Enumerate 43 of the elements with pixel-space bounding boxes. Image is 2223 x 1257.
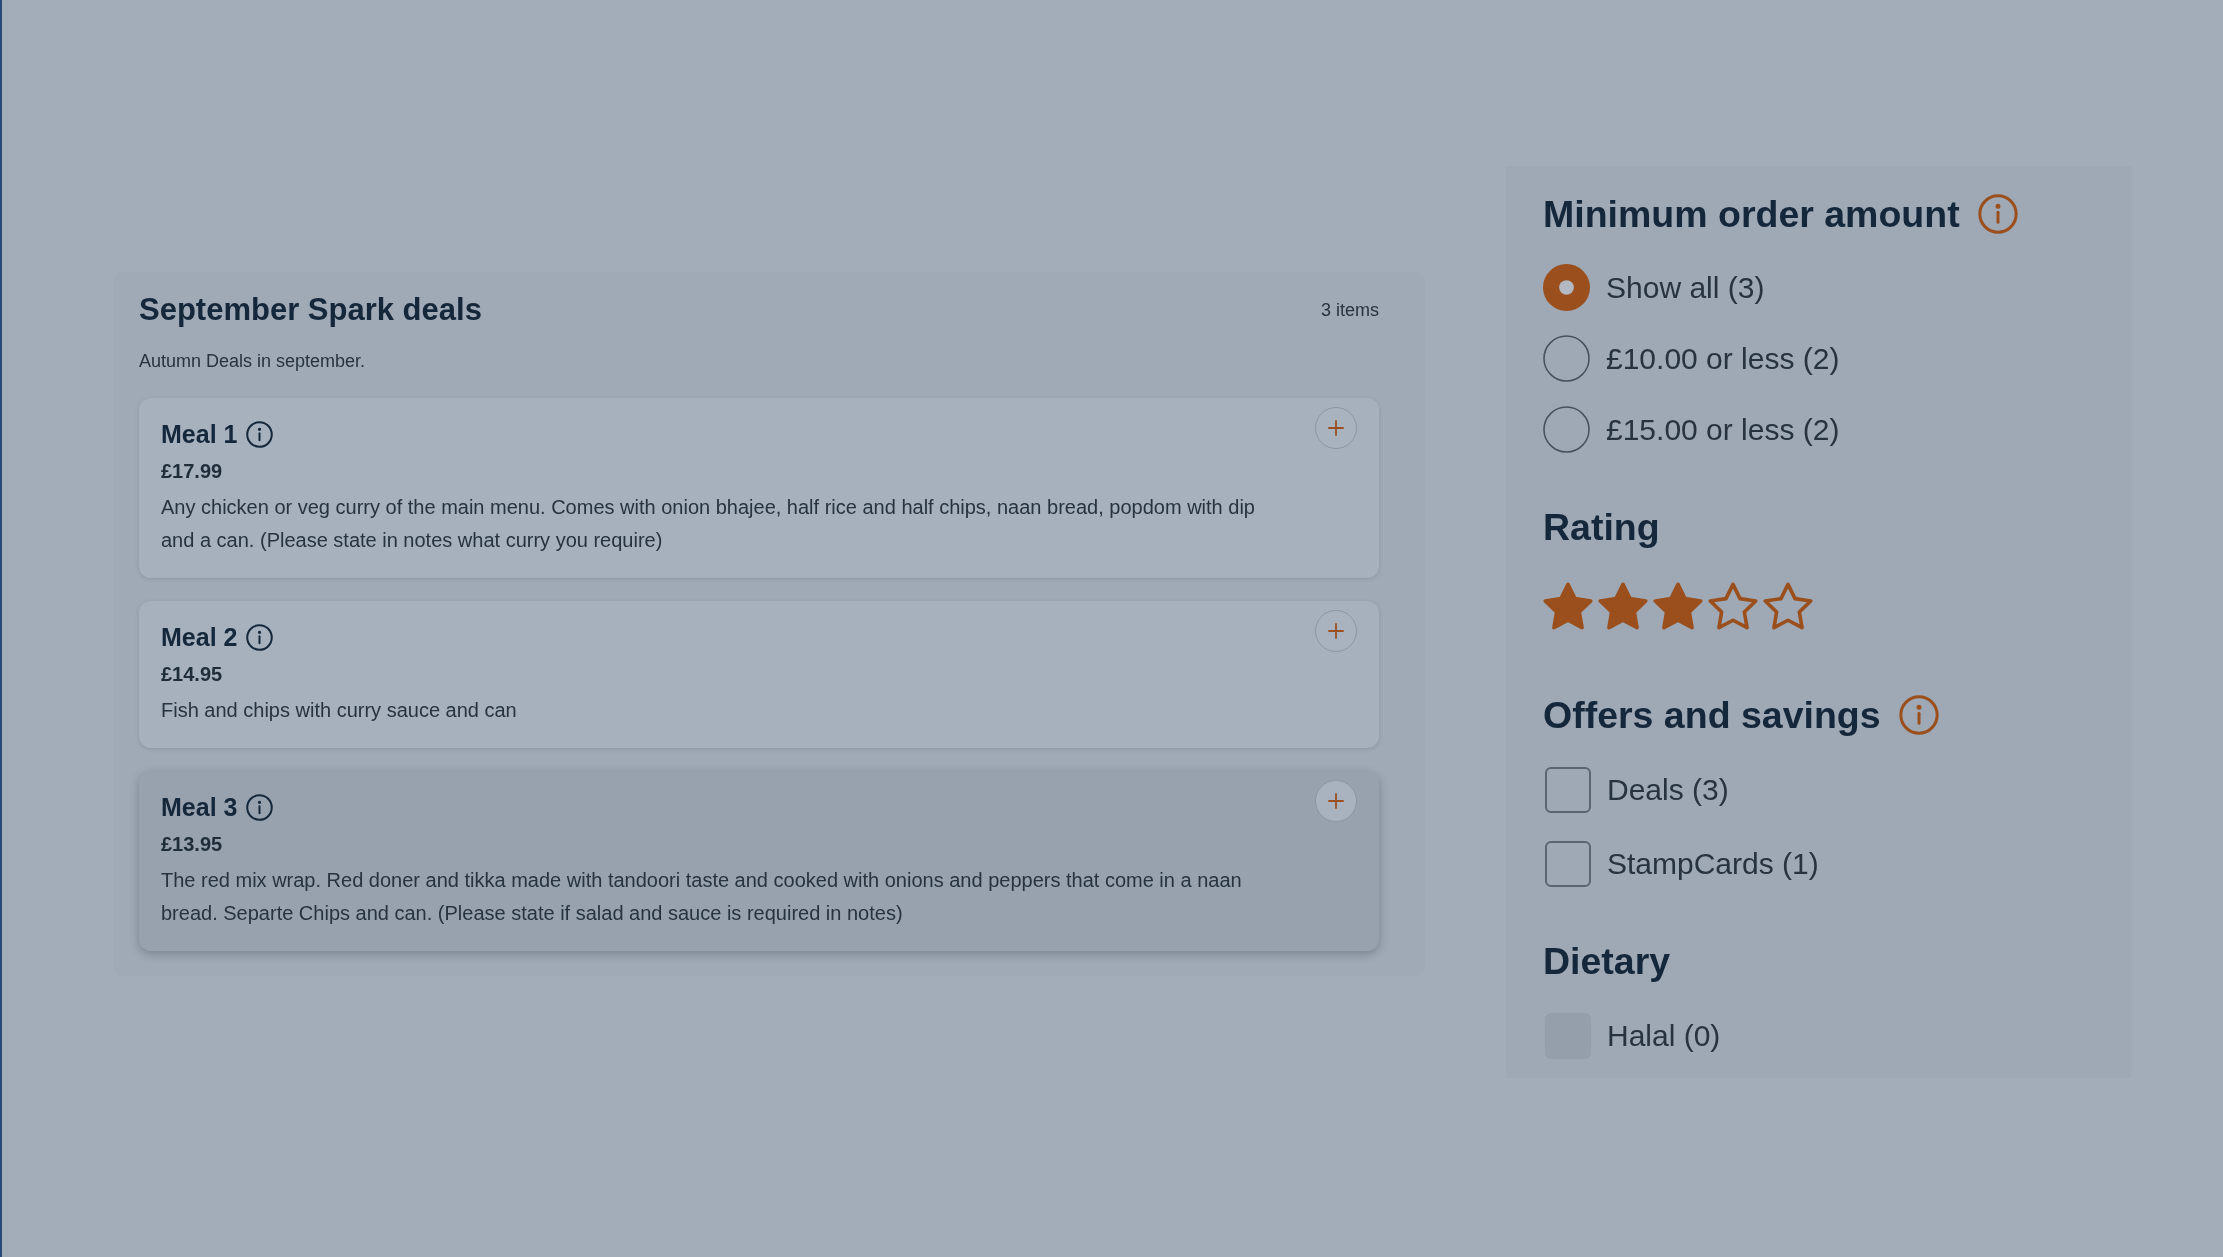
deals-title: September Spark deals bbox=[139, 292, 482, 328]
info-icon[interactable] bbox=[246, 793, 274, 821]
option-label[interactable]: StampCards (1) bbox=[1607, 846, 1819, 882]
deals-subtitle: Autumn Deals in september. bbox=[139, 350, 367, 373]
section-heading: Rating bbox=[1543, 505, 1660, 549]
add-button[interactable] bbox=[1315, 610, 1357, 652]
star-icon[interactable] bbox=[1708, 582, 1758, 630]
meal-price: £14.95 bbox=[161, 662, 224, 687]
radio-button[interactable] bbox=[1543, 264, 1590, 311]
radio-button[interactable] bbox=[1543, 406, 1590, 453]
option-label[interactable]: £10.00 or less (2) bbox=[1606, 340, 1840, 377]
meal-name: Meal 2 bbox=[161, 622, 238, 652]
meal-description: The red mix wrap. Red doner and tikka made with tandoori taste and cooked with onions and peppers that come in a naan bread. Separte Chips and can. (Please state if salad and sauce is required in notes) bbox=[161, 868, 1243, 926]
meal-name: Meal 1 bbox=[161, 419, 238, 449]
info-icon[interactable] bbox=[246, 623, 274, 651]
meal-price: £13.95 bbox=[161, 832, 224, 857]
radio-button[interactable] bbox=[1543, 335, 1590, 382]
plus-icon bbox=[1328, 420, 1344, 436]
checkbox[interactable] bbox=[1545, 767, 1591, 813]
meal-card[interactable]: Meal 2 £14.95 Fish and chips with curry sauce and can bbox=[139, 601, 1379, 748]
meal-name: Meal 3 bbox=[161, 792, 238, 822]
add-button[interactable] bbox=[1315, 407, 1357, 449]
star-icon[interactable] bbox=[1598, 582, 1648, 630]
plus-icon bbox=[1328, 623, 1344, 639]
star-icon[interactable] bbox=[1543, 582, 1593, 630]
star-icon[interactable] bbox=[1653, 582, 1703, 630]
section-heading: Minimum order amount bbox=[1543, 192, 1960, 236]
item-count: 3 items bbox=[1320, 299, 1379, 322]
section-heading: Dietary bbox=[1543, 939, 1671, 983]
info-icon[interactable] bbox=[246, 420, 274, 448]
meal-price: £17.99 bbox=[161, 459, 224, 484]
meal-card[interactable] bbox=[139, 771, 1379, 951]
plus-icon bbox=[1328, 793, 1344, 809]
option-label[interactable]: £15.00 or less (2) bbox=[1606, 411, 1840, 448]
meal-card[interactable]: Meal 1 £17.99 Any chicken or veg curry of the main menu. Comes with onion bhajee, half rice and half chips, naan bread, popdom with dip and a can. (Please state in notes what curry you require) bbox=[139, 398, 1379, 578]
section-heading: Offers and savings bbox=[1543, 693, 1881, 737]
meal-description: Any chicken or veg curry of the main menu. Comes with onion bhajee, half rice and half chips, naan bread, popdom with dip and a can. (Please state in notes what curry you require) bbox=[161, 495, 1256, 553]
add-button[interactable] bbox=[1315, 780, 1357, 822]
star-icon[interactable] bbox=[1763, 582, 1813, 630]
checkbox[interactable] bbox=[1545, 841, 1591, 887]
option-label[interactable]: Show all (3) bbox=[1606, 269, 1765, 306]
meal-description: Fish and chips with curry sauce and can bbox=[161, 698, 518, 723]
option-label[interactable]: Deals (3) bbox=[1607, 772, 1729, 808]
